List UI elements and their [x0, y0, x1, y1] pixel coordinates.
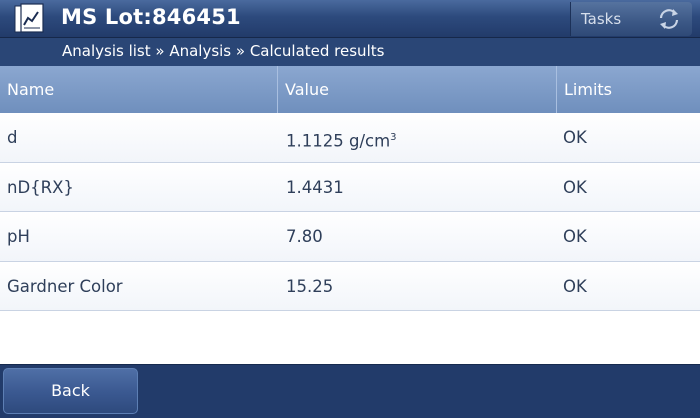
document-chart-icon: [14, 3, 44, 33]
table-row[interactable]: nD{RX} 1.4431 OK: [0, 162, 700, 212]
tasks-button[interactable]: Tasks: [570, 2, 692, 36]
cell-value: 1.4431: [286, 177, 344, 197]
cell-value-text: 1.1125 g/cm: [286, 131, 391, 151]
refresh-icon: [659, 9, 679, 29]
cell-limits: OK: [563, 276, 587, 296]
cell-value: 1.1125 g/cm3: [286, 113, 397, 166]
cell-name: nD{RX}: [7, 177, 74, 197]
breadcrumb-bar: Analysis list » Analysis » Calculated re…: [0, 38, 700, 66]
column-header-limits: Limits: [564, 80, 612, 99]
back-button[interactable]: Back: [3, 368, 138, 414]
header-bar: MS Lot:846451 Tasks: [0, 0, 700, 38]
cell-value: 7.80: [286, 227, 323, 246]
column-header-name: Name: [0, 66, 278, 113]
cell-limits: OK: [563, 177, 587, 197]
breadcrumb: Analysis list » Analysis » Calculated re…: [62, 42, 385, 60]
column-header-value: Value: [278, 66, 557, 113]
results-table: Name Value Limits d 1.1125 g/cm3 OK nD{R…: [0, 66, 700, 311]
cell-limits: OK: [563, 227, 587, 246]
cell-name: d: [7, 128, 18, 147]
cell-limits: OK: [563, 128, 587, 147]
table-row[interactable]: d 1.1125 g/cm3 OK: [0, 113, 700, 163]
footer-bar: Back: [0, 364, 700, 418]
table-row[interactable]: pH 7.80 OK: [0, 212, 700, 262]
table-header: Name Value Limits: [0, 66, 700, 113]
cell-value-superscript: 3: [390, 132, 397, 143]
cell-value: 15.25: [286, 276, 334, 296]
table-row[interactable]: Gardner Color 15.25 OK: [0, 261, 700, 311]
tasks-label: Tasks: [581, 10, 622, 28]
page-title: MS Lot:846451: [61, 5, 241, 29]
cell-name: Gardner Color: [7, 276, 123, 296]
cell-name: pH: [7, 227, 30, 246]
